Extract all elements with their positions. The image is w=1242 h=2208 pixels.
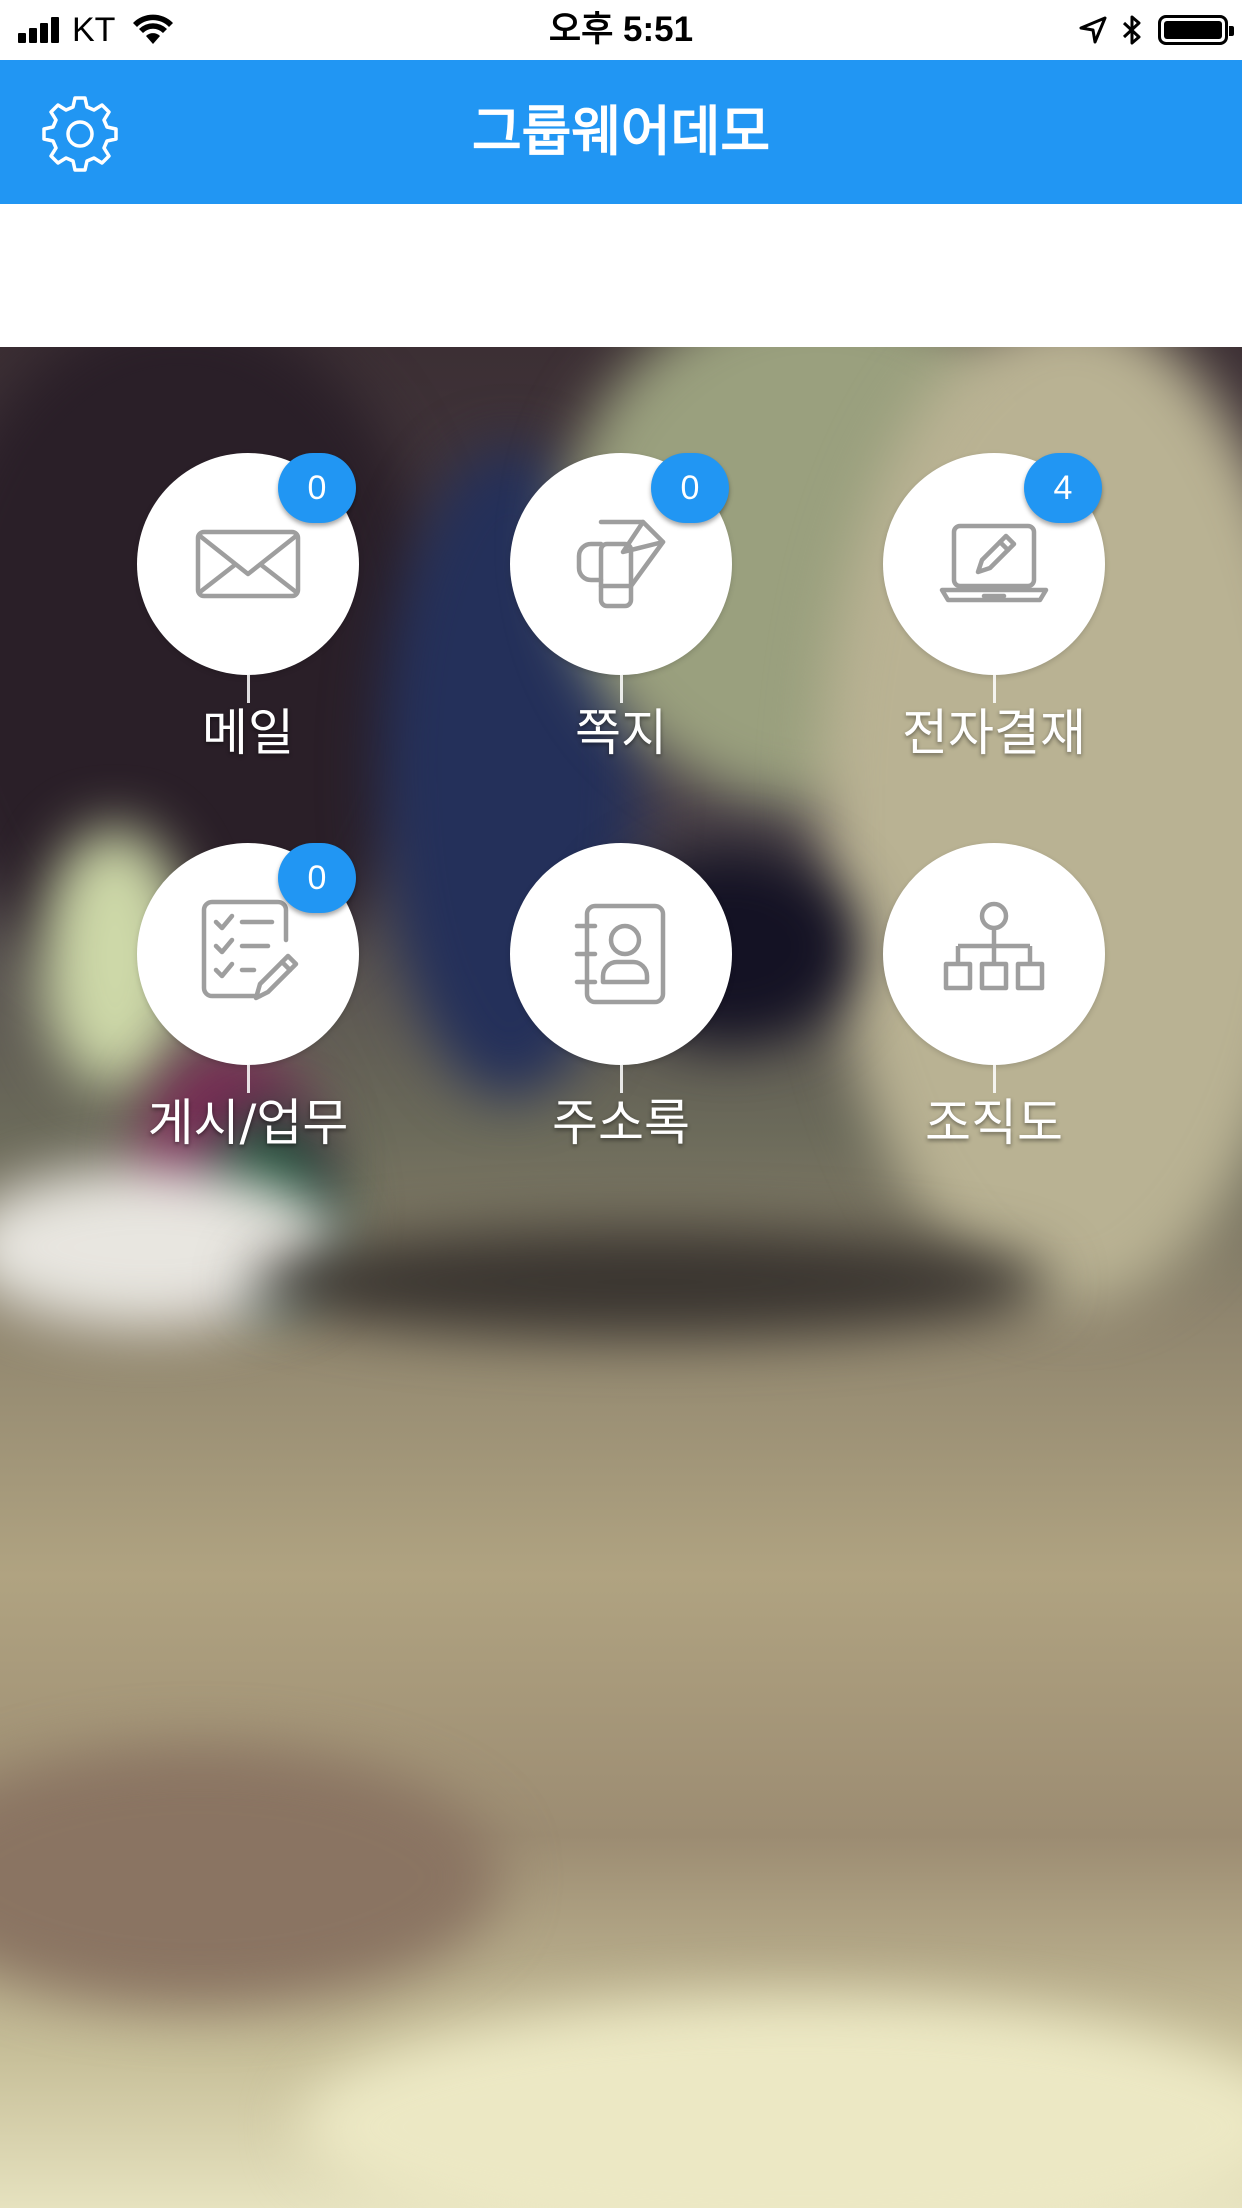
menu-mail-label: 메일 bbox=[202, 704, 294, 762]
note-icon bbox=[576, 519, 666, 609]
gear-icon bbox=[42, 96, 118, 172]
mail-icon bbox=[195, 529, 301, 599]
settings-button[interactable] bbox=[42, 96, 118, 172]
org-chart-icon bbox=[943, 901, 1045, 991]
battery-icon bbox=[1158, 15, 1234, 45]
laptop-pencil-icon bbox=[939, 523, 1049, 603]
menu-org-circle[interactable] bbox=[883, 843, 1105, 1065]
app-title: 그룹웨어데모 bbox=[471, 100, 771, 163]
board-badge: 0 bbox=[278, 843, 356, 913]
checklist-icon bbox=[201, 899, 299, 1001]
approval-badge: 4 bbox=[1024, 453, 1102, 523]
status-time: 오후 5:51 bbox=[548, 10, 694, 49]
bluetooth-icon bbox=[1122, 15, 1141, 45]
menu-note-label: 쪽지 bbox=[575, 704, 667, 762]
menu-mail[interactable]: 0 메일 bbox=[98, 453, 398, 813]
status-bar: KT 오후 5:51 bbox=[0, 0, 1242, 60]
menu-approval[interactable]: 4 전자결재 bbox=[844, 453, 1144, 813]
menu-org-label: 조직도 bbox=[925, 1094, 1063, 1152]
address-book-icon bbox=[574, 903, 666, 1005]
mail-badge: 0 bbox=[278, 453, 356, 523]
banner-area bbox=[0, 204, 1242, 347]
menu-approval-label: 전자결재 bbox=[902, 704, 1086, 762]
app-header: 그룹웨어데모 bbox=[0, 60, 1242, 204]
menu-board[interactable]: 0 게시/업무 bbox=[98, 843, 398, 1203]
menu-contacts[interactable]: 주소록 bbox=[471, 843, 771, 1203]
menu-contacts-circle[interactable] bbox=[510, 843, 732, 1065]
menu-org[interactable]: 조직도 bbox=[844, 843, 1144, 1203]
menu-contacts-label: 주소록 bbox=[552, 1094, 690, 1152]
location-arrow-icon bbox=[1079, 16, 1107, 44]
menu-board-label: 게시/업무 bbox=[147, 1094, 349, 1152]
note-badge: 0 bbox=[651, 453, 729, 523]
status-right bbox=[1078, 0, 1234, 60]
menu-note[interactable]: 0 쪽지 bbox=[471, 453, 771, 813]
